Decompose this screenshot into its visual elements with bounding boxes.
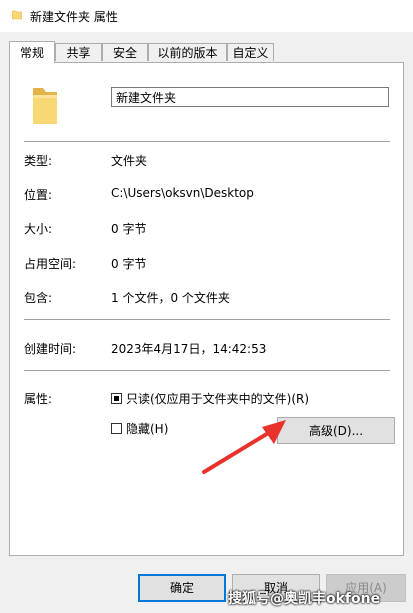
divider [24,370,390,371]
readonly-checkbox[interactable] [111,393,122,404]
hidden-checkbox[interactable] [111,423,122,434]
created-value: 2023年4月17日，14:42:53 [111,342,267,356]
readonly-label[interactable]: 只读(仅应用于文件夹中的文件)(R) [126,390,309,407]
type-value: 文件夹 [111,154,148,168]
tab-general[interactable]: 常规 [9,41,55,63]
location-value: C:\Users\oksvn\Desktop [111,186,254,200]
created-label: 创建时间: [24,342,77,356]
tab-sharing[interactable]: 共享 [55,43,102,61]
divider [24,319,390,320]
size-on-disk-label: 占用空间: [24,257,77,271]
hidden-label[interactable]: 隐藏(H) [126,420,168,437]
location-label: 位置: [24,188,53,202]
attributes-label: 属性: [24,392,53,406]
ok-button[interactable]: 确定 [138,574,226,602]
size-on-disk-value: 0 字节 [111,257,147,271]
size-value: 0 字节 [111,222,147,236]
general-panel: 类型: 文件夹 位置: C:\Users\oksvn\Desktop 大小: 0… [9,62,404,556]
tab-customize[interactable]: 自定义 [227,43,274,61]
watermark: 搜狐号@奥凯丰okfone [228,591,381,607]
folder-name-input[interactable] [111,87,389,107]
divider [24,141,390,142]
window-title: 新建文件夹 属性 [30,10,118,24]
contains-label: 包含: [24,291,53,305]
advanced-button[interactable]: 高级(D)... [277,417,395,444]
contains-value: 1 个文件，0 个文件夹 [111,291,230,305]
folder-icon [33,88,57,124]
folder-icon [12,10,22,20]
type-label: 类型: [24,154,53,168]
title-bar: 新建文件夹 属性 [0,0,413,32]
size-label: 大小: [24,222,53,236]
tab-security[interactable]: 安全 [102,43,148,61]
red-arrow-annotation [202,420,286,474]
tab-previous-versions[interactable]: 以前的版本 [148,43,227,61]
